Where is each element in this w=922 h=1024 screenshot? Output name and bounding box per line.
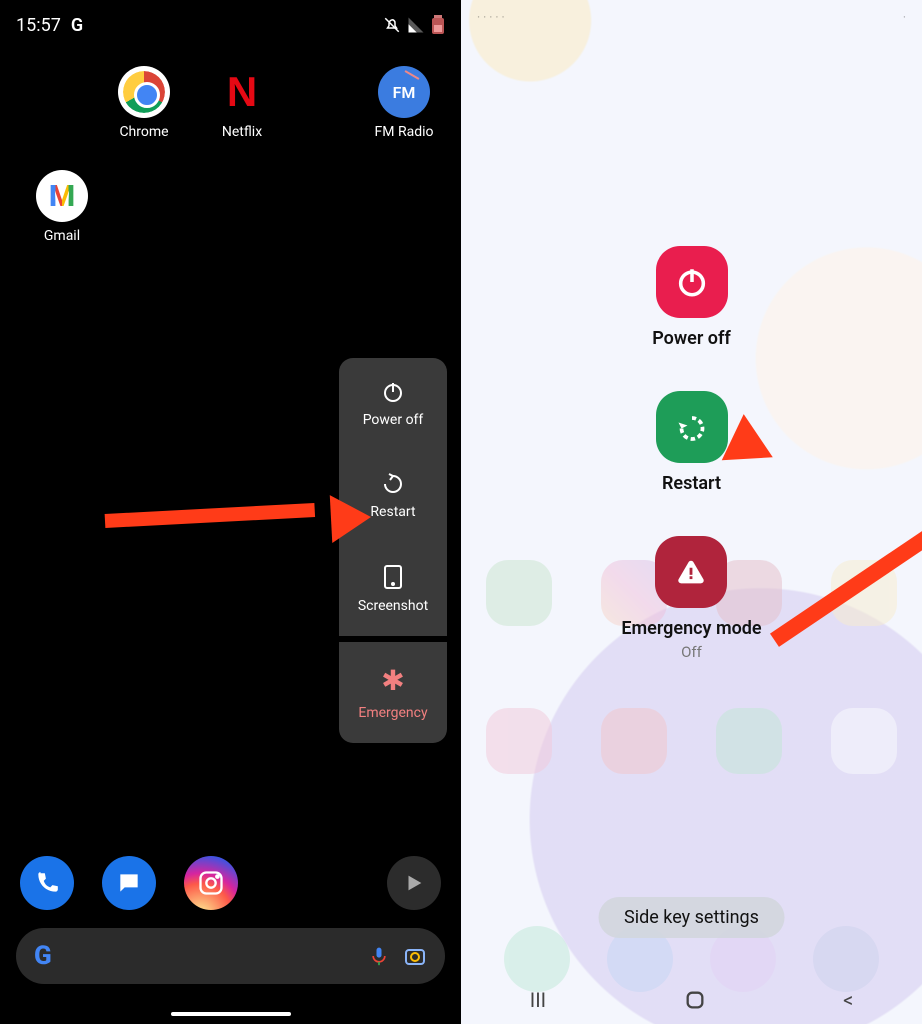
home-app-grid: M Gmail Chrome N Netflix FM FM Radio: [0, 40, 461, 244]
side-key-label: Side key settings: [624, 907, 759, 928]
google-logo-icon: G: [34, 941, 52, 971]
emergency-button[interactable]: ✱ Emergency: [339, 642, 447, 743]
app-label: Netflix: [222, 124, 262, 140]
emergency-icon: [655, 536, 727, 608]
signal-icon: [407, 16, 425, 34]
power-off-button[interactable]: Power off: [339, 358, 447, 450]
mic-icon[interactable]: [369, 944, 389, 968]
pm-label: Emergency mode: [621, 618, 761, 639]
back-button[interactable]: <: [843, 988, 853, 1012]
dock: [0, 856, 461, 910]
pm-label: Emergency: [358, 705, 427, 721]
app-chrome[interactable]: Chrome: [98, 66, 190, 140]
status-bar: · · · · ··: [461, 6, 922, 28]
annotation-arrow: [105, 500, 365, 540]
phone-app-icon[interactable]: [20, 856, 74, 910]
restart-button[interactable]: Restart: [656, 391, 728, 494]
power-menu: Power off Restart Screenshot ✱ Emergency: [339, 358, 447, 743]
netflix-icon: N: [227, 66, 257, 118]
camera-lens-icon[interactable]: [403, 944, 427, 968]
restart-icon: [381, 472, 405, 496]
app-netflix[interactable]: N Netflix: [196, 66, 288, 140]
gmail-icon: M: [49, 179, 75, 214]
pm-sublabel: Off: [681, 643, 702, 661]
pm-label: Screenshot: [358, 598, 428, 614]
google-search-bar[interactable]: G: [16, 928, 445, 984]
chrome-icon: [118, 66, 170, 118]
restart-icon: [656, 391, 728, 463]
restart-button[interactable]: Restart: [339, 450, 447, 542]
power-icon: [656, 246, 728, 318]
media-play-icon[interactable]: [387, 856, 441, 910]
power-off-button[interactable]: Power off: [652, 246, 731, 349]
app-fm-radio[interactable]: FM FM Radio: [358, 66, 450, 140]
app-label: Chrome: [119, 124, 168, 140]
messages-app-icon[interactable]: [102, 856, 156, 910]
screenshot-icon: [383, 564, 403, 590]
pm-label: Power off: [652, 328, 731, 349]
phone-left: 15:57 G M Gmail Chrome: [0, 0, 461, 1024]
status-bar: 15:57 G: [0, 0, 461, 40]
side-key-settings-button[interactable]: Side key settings: [598, 897, 785, 938]
app-gmail[interactable]: M Gmail: [16, 170, 108, 244]
pm-label: Restart: [370, 504, 415, 520]
status-time: 15:57: [16, 15, 61, 36]
emergency-mode-button[interactable]: Emergency mode Off: [621, 536, 761, 661]
google-g-icon: G: [71, 15, 83, 36]
app-label: FM Radio: [375, 124, 434, 140]
power-icon: [381, 380, 405, 404]
app-label: Gmail: [44, 228, 80, 244]
battery-icon: [431, 15, 445, 35]
emergency-icon: ✱: [381, 664, 404, 697]
power-menu: Power off Restart Emergency mode Off: [461, 246, 922, 661]
dnd-icon: [383, 16, 401, 34]
pm-label: Restart: [662, 473, 721, 494]
screenshot-button[interactable]: Screenshot: [339, 542, 447, 636]
phone-right: · · · · ·· Power off Restart Emergency m…: [461, 0, 922, 1024]
recents-button[interactable]: III: [530, 988, 546, 1012]
fm-radio-icon: FM: [378, 66, 430, 118]
pm-label: Power off: [363, 412, 424, 428]
gesture-nav-handle[interactable]: [171, 1012, 291, 1016]
instagram-app-icon[interactable]: [184, 856, 238, 910]
nav-bar: III <: [461, 988, 922, 1012]
home-button[interactable]: [684, 989, 706, 1011]
